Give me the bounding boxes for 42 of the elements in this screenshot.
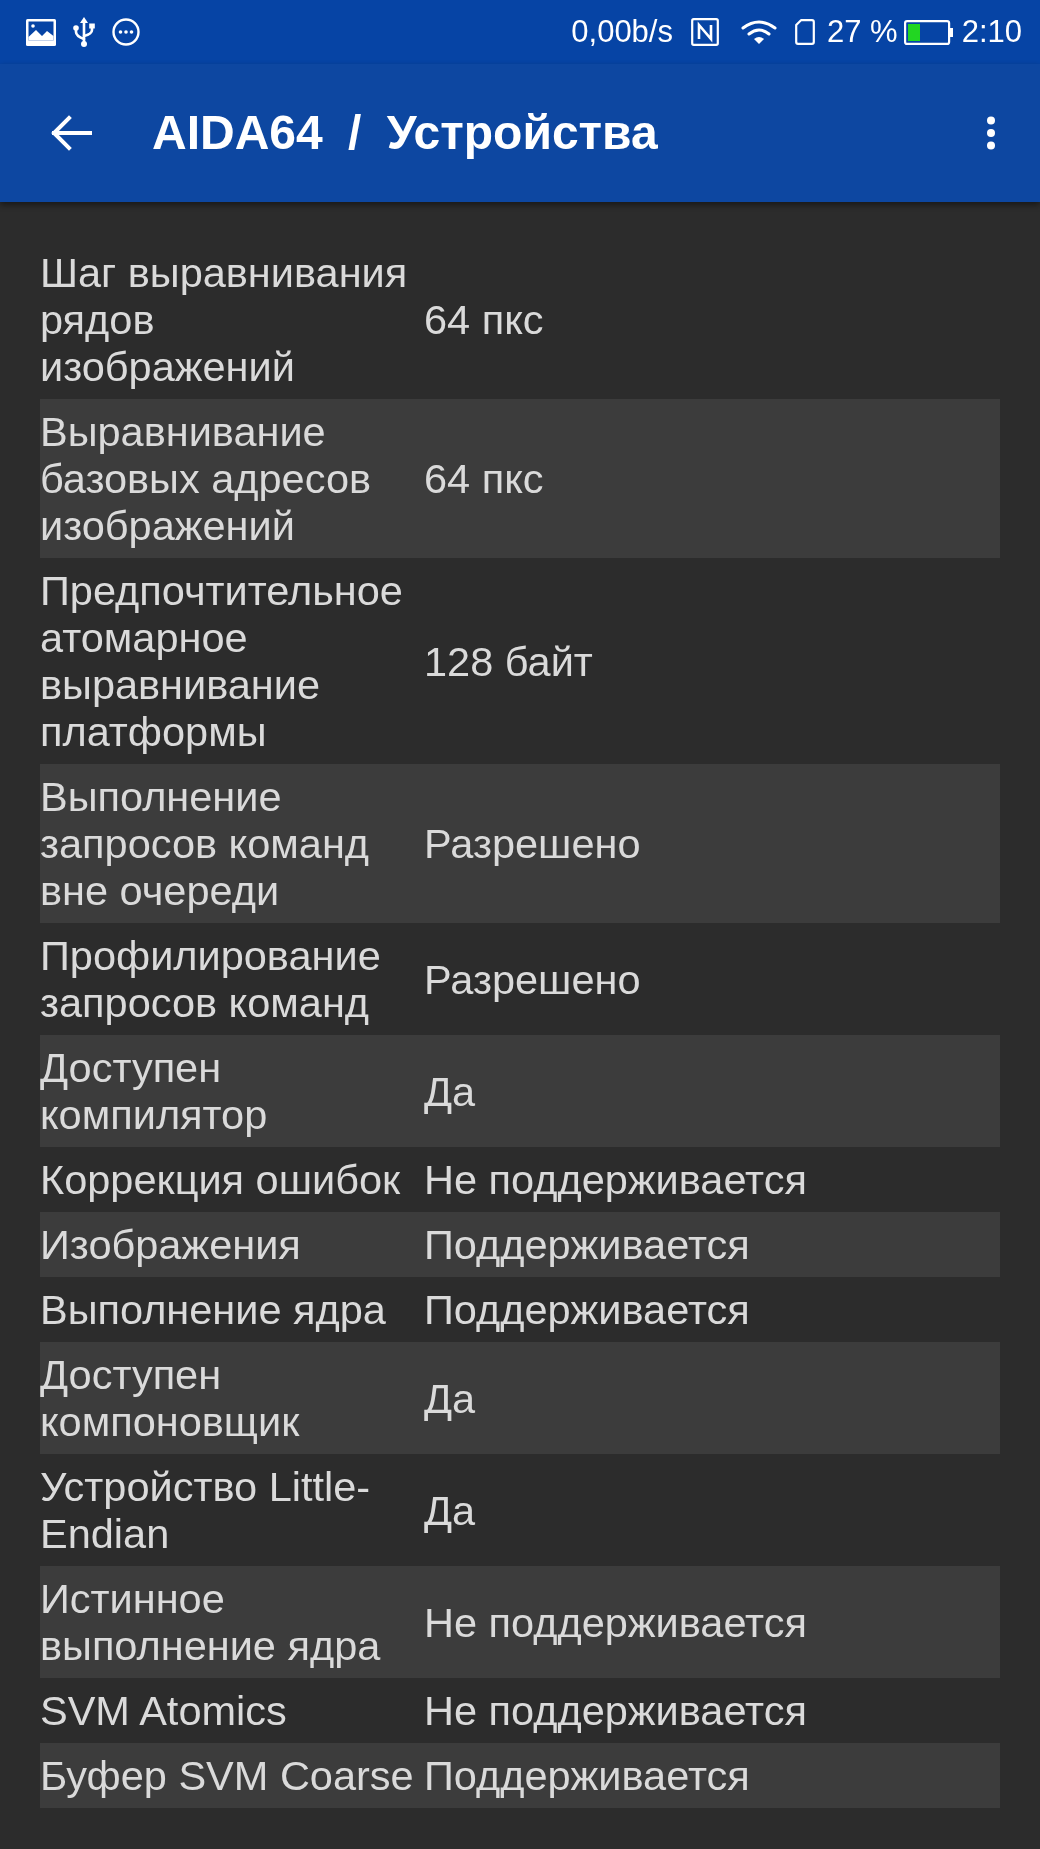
more-options-button[interactable] [986, 116, 996, 150]
property-label: SVM Atomics [40, 1687, 288, 1734]
property-label: Шаг выравнивания рядов изображений [40, 249, 409, 390]
ellipsis-circle-icon [112, 18, 140, 46]
property-value: Не поддерживается [424, 1156, 808, 1203]
property-label: Профилирование запросов команд [40, 932, 382, 1026]
clock-time: 2:10 [961, 12, 1022, 51]
property-label: Изображения [40, 1221, 302, 1268]
property-value: Да [424, 1067, 477, 1115]
property-value: 64 пкс [424, 296, 545, 343]
property-value: Разрешено [424, 955, 642, 1003]
property-value: Не поддерживается [424, 1598, 808, 1646]
image-icon [26, 18, 56, 46]
property-value: 64 пкс [424, 455, 545, 502]
property-value: Поддерживается [424, 1752, 751, 1799]
property-label: Доступен компилятор [40, 1044, 269, 1138]
property-label: Буфер SVM Coarse [40, 1752, 415, 1799]
property-value: Да [424, 1486, 477, 1534]
property-label: Выравнивание базовых адресов изображений [40, 408, 373, 549]
property-value: Поддерживается [424, 1286, 751, 1333]
app-title: AIDA64 / Устройства [152, 105, 658, 162]
property-value: Да [424, 1374, 477, 1422]
battery-percent: 27 % [827, 12, 898, 51]
usb-icon [72, 17, 96, 47]
more-options-icon [986, 116, 996, 150]
property-value: Не поддерживается [424, 1687, 808, 1734]
property-label: Истинное выполнение ядра [40, 1575, 382, 1669]
battery-icon [903, 19, 953, 45]
wifi-icon [741, 19, 777, 45]
property-value: Поддерживается [424, 1221, 751, 1268]
property-label: Выполнение ядра [40, 1286, 387, 1333]
property-value: 128 байт [424, 637, 594, 685]
property-label: Доступен компоновщик [40, 1351, 301, 1445]
sim-card-icon [795, 19, 815, 45]
property-label: Выполнение запросов команд вне очереди [40, 773, 371, 914]
nfc-icon [691, 18, 719, 46]
network-speed: 0,00b/s [571, 12, 673, 51]
property-label: Устройство Little-Endian [40, 1463, 372, 1557]
back-button[interactable] [50, 115, 92, 151]
property-label: Предпочтительное атомарное выравнивание платформы [40, 567, 404, 755]
property-label: Коррекция ошибок [40, 1156, 402, 1203]
property-value: Разрешено [424, 820, 642, 867]
